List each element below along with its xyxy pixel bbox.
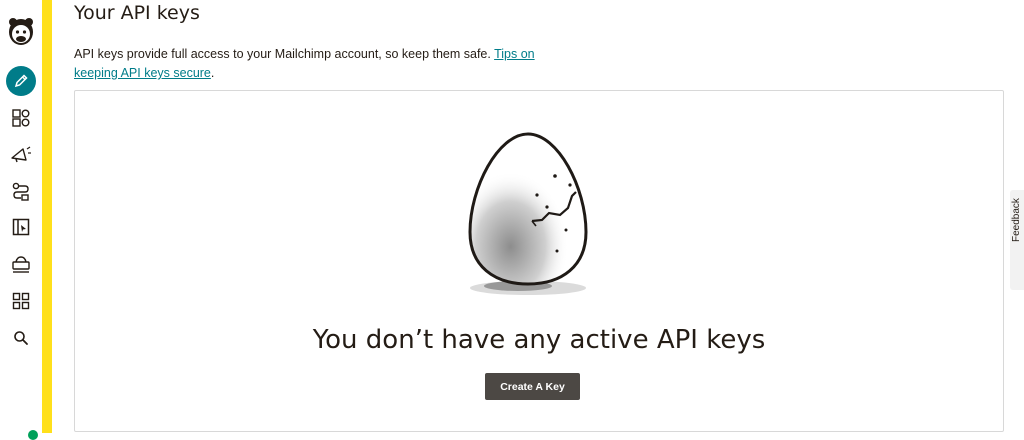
feedback-label: Feedback bbox=[1011, 198, 1022, 242]
audience-nav-item[interactable] bbox=[6, 103, 36, 133]
megaphone-icon bbox=[11, 146, 31, 163]
feedback-tab[interactable]: Feedback bbox=[1010, 190, 1024, 290]
website-icon bbox=[12, 218, 30, 236]
audience-icon bbox=[12, 109, 30, 127]
content-nav-item[interactable] bbox=[6, 249, 36, 279]
grid-icon bbox=[12, 292, 30, 310]
website-nav-item[interactable] bbox=[6, 212, 36, 242]
automation-icon bbox=[12, 182, 29, 201]
page-title: Your API keys bbox=[74, 2, 200, 24]
brand-stripe bbox=[42, 0, 52, 433]
cracked-egg-illustration bbox=[468, 132, 588, 295]
side-navigation bbox=[0, 0, 42, 440]
create-key-button[interactable]: Create A Key bbox=[485, 373, 580, 400]
search-nav-item[interactable] bbox=[6, 323, 36, 353]
campaigns-nav-item[interactable] bbox=[6, 139, 36, 169]
search-icon bbox=[14, 331, 28, 345]
empty-state-title: You don’t have any active API keys bbox=[312, 325, 766, 355]
content-icon bbox=[12, 256, 30, 273]
intro-period: . bbox=[210, 66, 215, 80]
integrations-nav-item[interactable] bbox=[6, 286, 36, 316]
automations-nav-item[interactable] bbox=[6, 176, 36, 206]
create-nav-item[interactable] bbox=[6, 66, 36, 96]
status-indicator-icon bbox=[28, 430, 38, 440]
intro-text: API keys provide full access to your Mai… bbox=[74, 47, 491, 61]
mailchimp-logo-icon[interactable] bbox=[6, 16, 36, 46]
intro-paragraph: API keys provide full access to your Mai… bbox=[74, 45, 574, 83]
pencil-icon bbox=[6, 66, 36, 96]
